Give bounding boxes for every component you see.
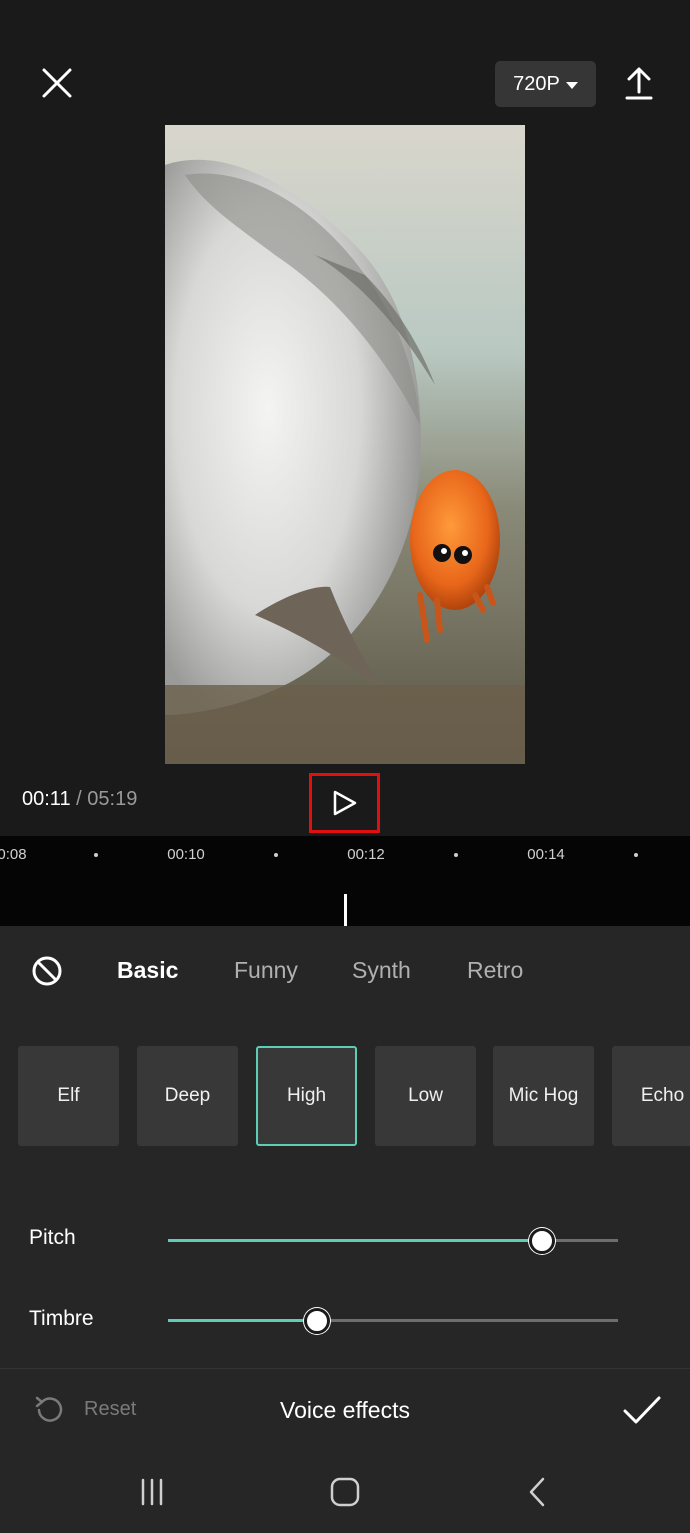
editor-area: 720P 00:11 / 05:19 (0, 0, 690, 836)
recents-button[interactable] (132, 1472, 172, 1512)
export-button[interactable] (618, 62, 660, 104)
total-time: 05:19 (87, 788, 138, 810)
checkmark-icon (623, 1396, 661, 1424)
timeline-dot (634, 853, 638, 857)
timeline-dot (94, 853, 98, 857)
pitch-fill (168, 1239, 542, 1242)
timbre-slider[interactable] (168, 1308, 618, 1334)
close-icon (42, 68, 72, 98)
home-icon (330, 1477, 360, 1507)
effect-echo[interactable]: Echo (612, 1046, 690, 1146)
confirm-button[interactable] (622, 1393, 662, 1429)
playhead[interactable] (344, 894, 347, 926)
voice-effects-panel: Basic Funny Synth Retro Elf Deep High Lo… (0, 926, 690, 1368)
effect-high[interactable]: High (256, 1046, 357, 1146)
timeline-tick: 00:10 (167, 846, 205, 863)
timbre-knob[interactable] (303, 1308, 330, 1334)
timeline[interactable]: 0:08 00:10 00:12 00:14 (0, 836, 690, 926)
back-icon (529, 1477, 545, 1507)
upload-icon (625, 67, 653, 100)
tab-funny[interactable]: Funny (234, 957, 298, 984)
effects-list: Elf Deep High Low Mic Hog Echo (18, 1046, 690, 1146)
play-button[interactable] (309, 773, 380, 833)
pitch-knob[interactable] (528, 1228, 555, 1254)
time-readout: 00:11 / 05:19 (22, 788, 137, 811)
panel-title: Voice effects (280, 1397, 410, 1423)
pitch-label: Pitch (29, 1226, 76, 1249)
chevron-down-icon (565, 81, 578, 89)
resolution-label: 720P (513, 72, 560, 95)
close-button[interactable] (36, 62, 78, 104)
footer-bar: Reset Voice effects (0, 1368, 690, 1452)
no-effect-icon (32, 956, 62, 986)
resolution-dropdown[interactable]: 720P (495, 61, 596, 107)
effect-mic-hog[interactable]: Mic Hog (493, 1046, 594, 1146)
timeline-tick: 0:08 (0, 846, 27, 863)
timeline-dot (454, 853, 458, 857)
tab-retro[interactable]: Retro (467, 957, 523, 984)
effect-elf[interactable]: Elf (18, 1046, 119, 1146)
play-icon (333, 790, 356, 816)
timbre-label: Timbre (29, 1307, 94, 1330)
time-separator: / (76, 788, 82, 810)
system-nav-bar (0, 1452, 690, 1533)
timbre-fill (168, 1319, 317, 1322)
effect-deep[interactable]: Deep (137, 1046, 238, 1146)
home-button[interactable] (325, 1472, 365, 1512)
recents-icon (141, 1478, 163, 1506)
video-preview[interactable] (165, 125, 525, 764)
effect-low[interactable]: Low (375, 1046, 476, 1146)
no-effect-button[interactable] (30, 954, 64, 988)
timeline-tick: 00:12 (347, 846, 385, 863)
timeline-dot (274, 853, 278, 857)
tab-basic[interactable]: Basic (117, 957, 178, 984)
back-button[interactable] (518, 1472, 558, 1512)
pitch-slider[interactable] (168, 1228, 618, 1254)
tab-synth[interactable]: Synth (352, 957, 411, 984)
video-frame-image (165, 125, 525, 764)
timeline-tick: 00:14 (527, 846, 565, 863)
current-time: 00:11 (22, 788, 71, 810)
